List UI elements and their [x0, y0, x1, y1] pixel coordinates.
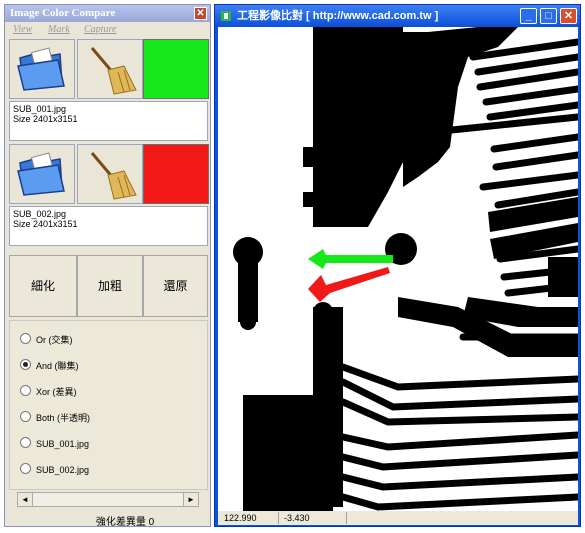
option-sub002-label: SUB_002.jpg	[36, 465, 90, 475]
status-bar: 122.990 -3.430	[218, 511, 578, 525]
compare-mode-panel: Or (交集) And (聯集) Xor (差異) Both (半透明) SUB…	[9, 320, 208, 490]
enhance-scrollbar[interactable]: ◄ ►	[17, 492, 199, 507]
broom-icon	[90, 152, 137, 200]
radio-circle	[20, 463, 31, 474]
radio-circle	[20, 411, 31, 422]
thin-button[interactable]: 細化	[9, 255, 77, 317]
scroll-right-arrow-icon[interactable]: ►	[183, 493, 198, 506]
open-image2-button[interactable]	[9, 144, 75, 204]
image-color-compare-window: Image Color Compare ✕ View Mark Capture …	[4, 4, 211, 528]
close-button[interactable]: ✕	[560, 8, 577, 24]
image-compare-main-window: 工程影像比對 [ http://www.cad.com.tw ] _ □ ✕ 1…	[214, 4, 581, 527]
menu-capture[interactable]: Capture	[84, 24, 116, 35]
option-both-label: Both (半透明)	[36, 413, 91, 423]
radio-circle	[20, 333, 31, 344]
option-sub001-label: SUB_001.jpg	[36, 439, 90, 449]
radio-circle	[20, 385, 31, 396]
image-canvas[interactable]	[218, 27, 578, 511]
pcb-drawing	[233, 27, 578, 511]
image2-size: Size 2401x3151	[13, 219, 78, 229]
image1-color-swatch[interactable]	[143, 39, 209, 99]
right-window-title: 工程影像比對 [ http://www.cad.com.tw ]	[237, 10, 439, 22]
status-y-coordinate: -3.430	[284, 513, 310, 523]
option-and-label: And (聯集)	[36, 361, 79, 371]
option-and[interactable]: And (聯集)	[20, 359, 79, 373]
image2-color-swatch[interactable]	[143, 144, 209, 204]
left-window-title: Image Color Compare	[10, 7, 116, 19]
option-both[interactable]: Both (半透明)	[20, 411, 90, 425]
option-xor-label: Xor (差異)	[36, 387, 77, 397]
enhance-amount-label: 強化差異量 0	[95, 517, 155, 528]
option-sub002[interactable]: SUB_002.jpg	[20, 463, 89, 477]
scroll-left-arrow-icon[interactable]: ◄	[18, 493, 33, 506]
thicken-button[interactable]: 加粗	[77, 255, 143, 317]
image2-info: SUB_002.jpg Size 2401x3151	[9, 206, 208, 246]
status-separator	[278, 512, 279, 524]
image1-info: SUB_001.jpg Size 2401x3151	[9, 101, 208, 141]
left-menubar: View Mark Capture	[5, 23, 210, 38]
option-sub001[interactable]: SUB_001.jpg	[20, 437, 89, 451]
radio-circle-selected	[20, 359, 31, 370]
status-separator	[346, 512, 347, 524]
restore-button[interactable]: 還原	[143, 255, 208, 317]
radio-circle	[20, 437, 31, 448]
menu-mark[interactable]: Mark	[48, 24, 70, 35]
left-close-button[interactable]: ✕	[194, 7, 207, 20]
image1-filename: SUB_001.jpg	[13, 104, 67, 114]
right-titlebar: 工程影像比對 [ http://www.cad.com.tw ] _ □ ✕	[215, 5, 580, 27]
left-titlebar: Image Color Compare ✕	[5, 5, 210, 22]
app-icon	[221, 11, 231, 21]
option-or-label: Or (交集)	[36, 335, 73, 345]
maximize-button[interactable]: □	[540, 8, 557, 24]
clear-image2-button[interactable]	[77, 144, 143, 204]
folder-icon	[17, 152, 65, 196]
broom-icon	[90, 47, 137, 95]
minimize-button[interactable]: _	[520, 8, 537, 24]
image2-filename: SUB_002.jpg	[13, 209, 67, 219]
image1-size: Size 2401x3151	[13, 114, 78, 124]
option-or[interactable]: Or (交集)	[20, 333, 73, 347]
clear-image1-button[interactable]	[77, 39, 143, 99]
option-xor[interactable]: Xor (差異)	[20, 385, 77, 399]
folder-icon	[17, 47, 65, 91]
menu-view[interactable]: View	[13, 24, 32, 35]
status-x-coordinate: 122.990	[224, 513, 257, 523]
open-image1-button[interactable]	[9, 39, 75, 99]
